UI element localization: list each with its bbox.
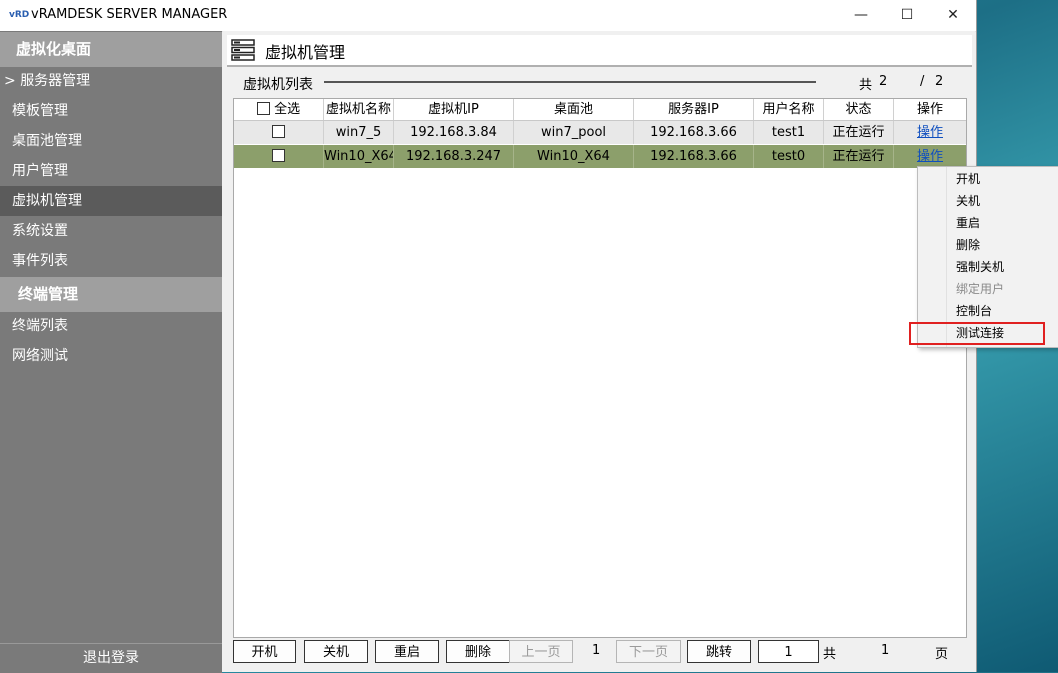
close-button[interactable]: ✕ — [930, 0, 976, 31]
column-header-action[interactable]: 操作 — [894, 99, 966, 120]
sidebar-item-template-management[interactable]: 模板管理 — [0, 96, 222, 126]
title-bar: vRD vRAMDESK SERVER MANAGER — ☐ ✕ — [0, 0, 976, 32]
prev-page-button[interactable]: 上一页 — [509, 640, 573, 663]
chevron-right-icon: > — [4, 73, 16, 89]
delete-button[interactable]: 删除 — [446, 640, 510, 663]
minimize-button[interactable]: — — [838, 0, 884, 31]
highlight-box — [909, 322, 1045, 345]
sidebar-item-vm-management[interactable]: 虚拟机管理 — [0, 186, 222, 216]
user-cell: test1 — [754, 121, 824, 144]
status-cell: 正在运行 — [824, 121, 894, 144]
content-header: 虚拟机管理 — [227, 35, 972, 67]
total-count: 2 — [879, 74, 888, 89]
restart-button[interactable]: 重启 — [375, 640, 439, 663]
menu-item-bind-user: 绑定用户 — [956, 282, 1005, 296]
sidebar-item-terminal-list[interactable]: 终端列表 — [0, 311, 222, 341]
sidebar-item-server-management[interactable]: > 服务器管理 — [0, 66, 222, 96]
sidebar-item-network-test[interactable]: 网络测试 — [0, 341, 222, 371]
column-header-vm-name[interactable]: 虚拟机名称 — [324, 99, 394, 120]
select-all-header[interactable]: 全选 — [234, 99, 324, 120]
sidebar-item-label: 模板管理 — [12, 103, 68, 119]
row-checkbox[interactable] — [272, 149, 285, 162]
sidebar-item-label: 网络测试 — [12, 348, 68, 364]
sidebar-section-title: 终端管理 — [18, 285, 79, 303]
menu-item-delete[interactable]: 删除 — [956, 234, 980, 256]
column-header-server-ip[interactable]: 服务器IP — [634, 99, 754, 120]
vm-table: 全选 虚拟机名称 虚拟机IP 桌面池 服务器IP 用户名称 状态 操作 win7… — [233, 98, 967, 638]
page-unit-label: 页 — [935, 647, 949, 662]
action-context-menu: 开机 关机 重启 删除 强制关机 绑定用户 控制台 测试连接 — [917, 166, 1058, 348]
total-pages-value: 1 — [881, 643, 890, 658]
app-window: vRD vRAMDESK SERVER MANAGER — ☐ ✕ 虚拟化桌面 … — [0, 0, 977, 673]
vm-name-cell: Win10_X64 — [324, 145, 394, 168]
menu-item-shutdown[interactable]: 关机 — [956, 190, 980, 212]
next-page-button[interactable]: 下一页 — [616, 640, 681, 663]
vm-ip-cell: 192.168.3.84 — [394, 121, 514, 144]
app-logo-icon: vRD — [9, 10, 30, 20]
user-cell: test0 — [754, 145, 824, 168]
menu-item-console[interactable]: 控制台 — [956, 300, 992, 322]
start-button[interactable]: 开机 — [233, 640, 296, 663]
action-link[interactable]: 操作 — [917, 149, 943, 164]
page-title: 虚拟机管理 — [265, 43, 346, 62]
total-label: 共 — [859, 78, 873, 93]
sidebar-item-label: 用户管理 — [12, 163, 68, 179]
select-all-label: 全选 — [274, 102, 301, 117]
sidebar-item-user-management[interactable]: 用户管理 — [0, 156, 222, 186]
sidebar-item-system-settings[interactable]: 系统设置 — [0, 216, 222, 246]
total-pages-label: 共 — [823, 647, 837, 662]
sidebar-item-label: 虚拟机管理 — [12, 193, 82, 209]
sidebar-section-virtual-desktop: 虚拟化桌面 — [0, 32, 222, 67]
menu-item-start[interactable]: 开机 — [956, 168, 980, 190]
status-cell: 正在运行 — [824, 145, 894, 168]
pool-cell: Win10_X64 — [514, 145, 634, 168]
column-header-vm-ip[interactable]: 虚拟机IP — [394, 99, 514, 120]
sidebar-item-label: 桌面池管理 — [12, 133, 82, 149]
table-header: 全选 虚拟机名称 虚拟机IP 桌面池 服务器IP 用户名称 状态 操作 — [234, 99, 966, 121]
vm-name-cell: win7_5 — [324, 121, 394, 144]
slash-separator: / — [920, 74, 925, 89]
action-cell: 操作 — [894, 121, 966, 144]
menu-gutter — [946, 167, 947, 347]
jump-page-input[interactable]: 1 — [758, 640, 819, 663]
row-checkbox-cell[interactable] — [234, 145, 324, 168]
action-link[interactable]: 操作 — [917, 125, 943, 140]
column-header-pool[interactable]: 桌面池 — [514, 99, 634, 120]
select-all-checkbox[interactable] — [256, 102, 270, 115]
main-content: 虚拟机管理 虚拟机列表 共 2 / 2 全选 虚拟机名称 虚拟机IP 桌面池 服… — [223, 31, 975, 672]
sidebar-section-terminal: 终端管理 — [0, 277, 222, 312]
table-row-selected[interactable]: Win10_X64 192.168.3.247 Win10_X64 192.16… — [234, 145, 966, 168]
current-page: 1 — [592, 643, 601, 658]
menu-item-restart[interactable]: 重启 — [956, 212, 980, 234]
sidebar-item-pool-management[interactable]: 桌面池管理 — [0, 126, 222, 156]
divider — [324, 81, 816, 83]
sidebar: 虚拟化桌面 > 服务器管理 模板管理 桌面池管理 用户管理 虚拟机管理 系统设置… — [0, 31, 222, 673]
sidebar-item-label: 服务器管理 — [20, 73, 91, 89]
column-header-status[interactable]: 状态 — [824, 99, 894, 120]
server-icon — [231, 39, 255, 61]
action-cell: 操作 — [894, 145, 966, 168]
vm-ip-cell: 192.168.3.247 — [394, 145, 514, 168]
row-checkbox-cell[interactable] — [234, 121, 324, 144]
menu-item-force-shutdown[interactable]: 强制关机 — [956, 256, 1004, 278]
logout-button[interactable]: 退出登录 — [0, 643, 222, 673]
server-ip-cell: 192.168.3.66 — [634, 121, 754, 144]
sidebar-item-label: 终端列表 — [12, 318, 68, 334]
vm-list-title: 虚拟机列表 — [243, 77, 313, 93]
shutdown-button[interactable]: 关机 — [304, 640, 368, 663]
table-row[interactable]: win7_5 192.168.3.84 win7_pool 192.168.3.… — [234, 121, 966, 144]
pool-cell: win7_pool — [514, 121, 634, 144]
jump-button[interactable]: 跳转 — [687, 640, 751, 663]
window-title: vRAMDESK SERVER MANAGER — [31, 7, 228, 22]
server-ip-cell: 192.168.3.66 — [634, 145, 754, 168]
sidebar-item-label: 事件列表 — [12, 253, 68, 269]
sidebar-section-title: 虚拟化桌面 — [16, 40, 92, 58]
sidebar-item-label: 系统设置 — [12, 223, 68, 239]
page-count: 2 — [935, 74, 944, 89]
maximize-button[interactable]: ☐ — [884, 0, 930, 31]
column-header-user[interactable]: 用户名称 — [754, 99, 824, 120]
row-checkbox[interactable] — [272, 125, 285, 138]
sidebar-item-event-list[interactable]: 事件列表 — [0, 246, 222, 276]
